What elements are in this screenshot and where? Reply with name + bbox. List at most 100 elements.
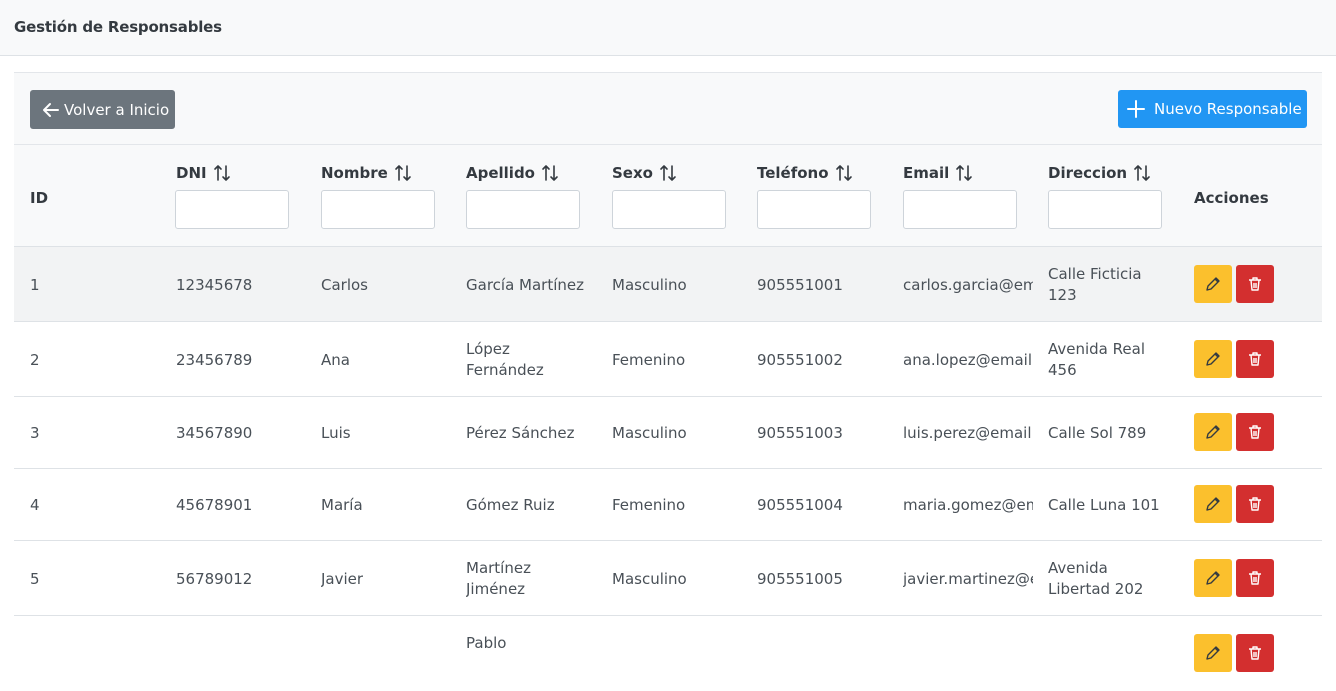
table-header: ID DNI Nombre Apellido Sexo Teléfono Ema… — [14, 145, 1322, 247]
filter-email-input[interactable] — [903, 190, 1017, 229]
edit-button[interactable] — [1194, 634, 1232, 672]
new-responsable-button[interactable]: Nuevo Responsable — [1118, 90, 1307, 128]
edit-button[interactable] — [1194, 485, 1232, 523]
cell-id: 3 — [30, 424, 40, 442]
cell-direccion: Avenida Libertad 202 — [1048, 559, 1144, 598]
filter-apellido-input[interactable] — [466, 190, 580, 229]
table-row: 3 34567890 Luis Pérez Sánchez Masculino … — [14, 397, 1322, 469]
col-direccion-label: Direccion — [1048, 164, 1128, 182]
plus-icon — [1127, 100, 1145, 118]
col-acciones-label: Acciones — [1194, 189, 1269, 207]
cell-telefono: 905551004 — [757, 496, 843, 514]
trash-icon — [1249, 425, 1261, 439]
sort-icon[interactable] — [213, 164, 231, 182]
col-email-label: Email — [903, 164, 950, 182]
delete-button[interactable] — [1236, 413, 1274, 451]
trash-icon — [1249, 352, 1261, 366]
sort-icon[interactable] — [394, 164, 412, 182]
col-sexo-label: Sexo — [612, 164, 653, 182]
col-id-label: ID — [30, 189, 49, 207]
table-row: 5 56789012 Javier Martínez Jiménez Mascu… — [14, 541, 1322, 616]
cell-nombre: Luis — [321, 424, 351, 442]
col-telefono[interactable]: Teléfono — [757, 164, 853, 182]
pencil-icon — [1206, 646, 1220, 660]
cell-apellido: Martínez Jiménez — [466, 559, 531, 598]
cell-email: javier.martinez@email.com — [903, 570, 1033, 588]
cell-direccion: Avenida Real 456 — [1048, 340, 1145, 379]
cell-direccion: Calle Ficticia 123 — [1048, 265, 1142, 304]
cell-id: 5 — [30, 570, 40, 588]
cell-direccion: Calle Luna 101 — [1048, 496, 1160, 514]
cell-apellido: García Martínez — [466, 276, 584, 294]
sort-icon[interactable] — [1133, 164, 1151, 182]
cell-sexo: Masculino — [612, 570, 687, 588]
cell-email: carlos.garcia@email.com — [903, 276, 1033, 294]
col-dni[interactable]: DNI — [176, 164, 231, 182]
cell-email: luis.perez@email.com — [903, 424, 1033, 442]
cell-sexo: Masculino — [612, 276, 687, 294]
cell-nombre: Javier — [321, 570, 364, 588]
filter-nombre-input[interactable] — [321, 190, 435, 229]
table-row: 2 23456789 Ana López Fernández Femenino … — [14, 322, 1322, 397]
col-sexo[interactable]: Sexo — [612, 164, 677, 182]
page-header: Gestión de Responsables — [0, 0, 1336, 56]
filter-direccion-input[interactable] — [1048, 190, 1162, 229]
edit-button[interactable] — [1194, 265, 1232, 303]
col-nombre-label: Nombre — [321, 164, 388, 182]
new-button-label: Nuevo Responsable — [1154, 100, 1302, 118]
trash-icon — [1249, 646, 1261, 660]
cell-dni: 56789012 — [176, 570, 253, 588]
cell-nombre: María — [321, 496, 363, 514]
trash-icon — [1249, 571, 1261, 585]
cell-direccion: Calle Sol 789 — [1048, 424, 1147, 442]
delete-button[interactable] — [1236, 265, 1274, 303]
table-row: 1 12345678 Carlos García Martínez Mascul… — [14, 247, 1322, 322]
page-title: Gestión de Responsables — [14, 18, 222, 36]
cell-dni: 12345678 — [176, 276, 253, 294]
col-acciones: Acciones — [1194, 189, 1269, 207]
cell-nombre: Ana — [321, 351, 350, 369]
cell-id: 4 — [30, 496, 40, 514]
sort-icon[interactable] — [659, 164, 677, 182]
back-button[interactable]: Volver a Inicio — [30, 90, 175, 129]
cell-telefono: 905551005 — [757, 570, 843, 588]
edit-button[interactable] — [1194, 413, 1232, 451]
pencil-icon — [1206, 497, 1220, 511]
filter-dni-input[interactable] — [175, 190, 289, 229]
cell-telefono: 905551001 — [757, 276, 843, 294]
delete-button[interactable] — [1236, 485, 1274, 523]
cell-dni: 34567890 — [176, 424, 253, 442]
col-telefono-label: Teléfono — [757, 164, 829, 182]
edit-button[interactable] — [1194, 340, 1232, 378]
filter-telefono-input[interactable] — [757, 190, 871, 229]
cell-email: maria.gomez@email.com — [903, 496, 1033, 514]
col-apellido[interactable]: Apellido — [466, 164, 559, 182]
col-id: ID — [30, 189, 48, 207]
cell-apellido: Pérez Sánchez — [466, 424, 575, 442]
edit-button[interactable] — [1194, 559, 1232, 597]
cell-id: 1 — [30, 276, 40, 294]
sort-icon[interactable] — [955, 164, 973, 182]
cell-sexo: Femenino — [612, 351, 686, 369]
sort-icon[interactable] — [541, 164, 559, 182]
sort-icon[interactable] — [835, 164, 853, 182]
delete-button[interactable] — [1236, 634, 1274, 672]
responsables-card: Volver a Inicio Nuevo Responsable ID DNI… — [14, 72, 1322, 672]
cell-apellido: López Fernández — [466, 340, 544, 379]
col-direccion[interactable]: Direccion — [1048, 164, 1151, 182]
col-email[interactable]: Email — [903, 164, 973, 182]
cell-sexo: Femenino — [612, 496, 686, 514]
arrow-left-icon — [43, 102, 59, 117]
back-button-label: Volver a Inicio — [64, 100, 170, 119]
delete-button[interactable] — [1236, 340, 1274, 378]
col-apellido-label: Apellido — [466, 164, 535, 182]
toolbar: Volver a Inicio Nuevo Responsable — [14, 73, 1322, 145]
cell-dni: 23456789 — [176, 351, 253, 369]
col-dni-label: DNI — [176, 164, 207, 182]
cell-email: ana.lopez@email.com — [903, 351, 1033, 369]
delete-button[interactable] — [1236, 559, 1274, 597]
cell-dni: 45678901 — [176, 496, 253, 514]
col-nombre[interactable]: Nombre — [321, 164, 412, 182]
cell-telefono: 905551002 — [757, 351, 843, 369]
filter-sexo-input[interactable] — [612, 190, 726, 229]
